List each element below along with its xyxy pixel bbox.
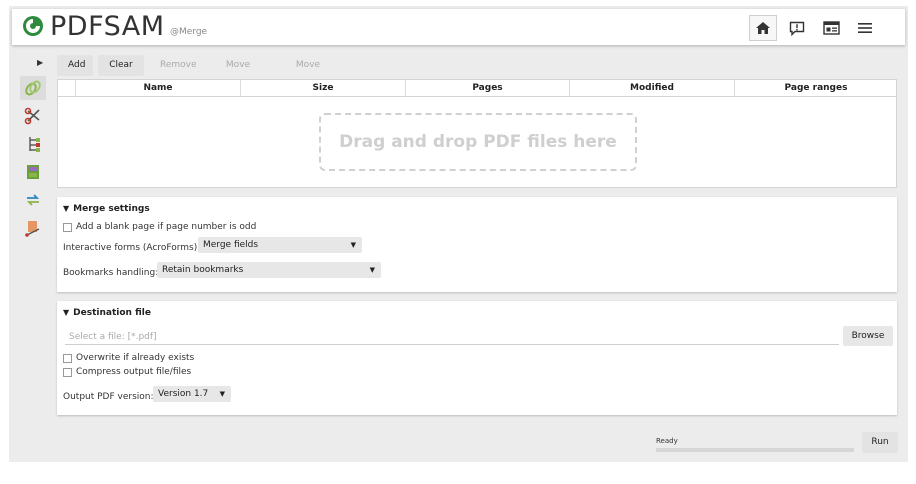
destination-title-text: Destination file [73, 308, 151, 318]
merge-settings-title[interactable]: ▼ Merge settings [63, 204, 150, 214]
home-icon [756, 22, 770, 34]
feedback-button[interactable] [783, 15, 811, 41]
remove-button[interactable]: Remove [149, 55, 203, 76]
rail-split[interactable] [20, 104, 46, 128]
app-window: PDFSAM @Merge ▶ Add Clear Remove Move Mo… [9, 6, 908, 462]
overwrite-checkbox[interactable] [63, 354, 72, 363]
collapse-triangle-icon: ▼ [63, 308, 70, 317]
rail-split-by-size[interactable] [20, 160, 46, 184]
status-label: Ready [656, 437, 678, 445]
module-label: @Merge [170, 27, 208, 37]
header-bar: PDFSAM @Merge [12, 9, 905, 45]
dropdown-arrow-icon: ▼ [369, 266, 375, 274]
forms-select-value: Merge fields [203, 240, 259, 250]
extract-icon [25, 221, 40, 237]
destination-panel: ▼ Destination file Select a file: [*.pdf]… [57, 301, 897, 415]
pdf-version-select[interactable]: Version 1.7 ▼ [153, 386, 231, 402]
menu-icon [858, 23, 872, 33]
bookmarks-select[interactable]: Retain bookmarks ▼ [157, 262, 381, 278]
compress-checkbox[interactable] [63, 368, 72, 377]
column-header-modified[interactable]: Modified [569, 80, 734, 97]
destination-file-input[interactable]: Select a file: [*.pdf] [65, 329, 839, 345]
collapse-triangle-icon: ▼ [63, 204, 70, 213]
pdf-selection-table[interactable]: Name Size Pages Modified Page ranges Dra… [57, 79, 897, 188]
menu-button[interactable] [851, 15, 879, 41]
destination-title[interactable]: ▼ Destination file [63, 308, 151, 318]
blank-page-label: Add a blank page if page number is odd [76, 222, 257, 232]
move-up-button[interactable]: Move Up [208, 55, 268, 91]
compress-label: Compress output file/files [76, 367, 192, 377]
column-header-page-ranges[interactable]: Page ranges [734, 80, 897, 97]
dropdown-arrow-icon: ▼ [350, 241, 356, 249]
app-logo-text: PDFSAM [50, 11, 165, 42]
table-header: Name Size Pages Modified Page ranges [58, 80, 896, 97]
merge-icon [25, 80, 41, 96]
news-button[interactable] [817, 15, 845, 41]
progress-bar [656, 448, 854, 452]
split-icon [24, 107, 40, 125]
clear-button[interactable]: Clear [98, 55, 144, 76]
merge-settings-title-text: Merge settings [73, 204, 150, 214]
rail-rotate[interactable] [20, 188, 46, 212]
run-button[interactable]: Run [862, 432, 898, 453]
column-header-pages[interactable]: Pages [405, 80, 569, 97]
overwrite-label: Overwrite if already exists [76, 353, 195, 363]
split-by-size-icon [27, 165, 39, 179]
dropdown-arrow-icon: ▼ [219, 390, 225, 398]
rail-merge[interactable] [20, 76, 46, 100]
rotate-icon [26, 194, 40, 206]
forms-label: Interactive forms (AcroForms): [63, 243, 201, 253]
bookmarks-label: Bookmarks handling: [63, 268, 159, 278]
bookmarks-select-value: Retain bookmarks [162, 265, 244, 275]
news-icon [822, 21, 840, 35]
column-header-name[interactable]: Name [75, 80, 240, 97]
move-down-button[interactable]: Move Down [273, 55, 343, 91]
expand-rail-icon[interactable]: ▶ [37, 58, 43, 67]
pdfsam-logo-icon [23, 16, 43, 36]
feedback-icon [789, 21, 805, 36]
rail-extract[interactable] [20, 216, 46, 240]
forms-select[interactable]: Merge fields ▼ [198, 237, 362, 253]
rail-split-by-bookmarks[interactable] [20, 132, 46, 156]
pdf-version-label: Output PDF version: [63, 392, 154, 402]
blank-page-checkbox[interactable] [63, 223, 72, 232]
home-button[interactable] [749, 15, 777, 41]
merge-settings-panel: ▼ Merge settings Add a blank page if page… [57, 197, 897, 292]
add-button[interactable]: Add [57, 55, 93, 76]
pdf-version-value: Version 1.7 [158, 389, 209, 399]
split-by-bookmarks-icon [29, 137, 40, 152]
browse-button[interactable]: Browse [843, 326, 893, 346]
drop-zone[interactable]: Drag and drop PDF files here [319, 113, 637, 171]
column-header-size[interactable]: Size [240, 80, 405, 97]
